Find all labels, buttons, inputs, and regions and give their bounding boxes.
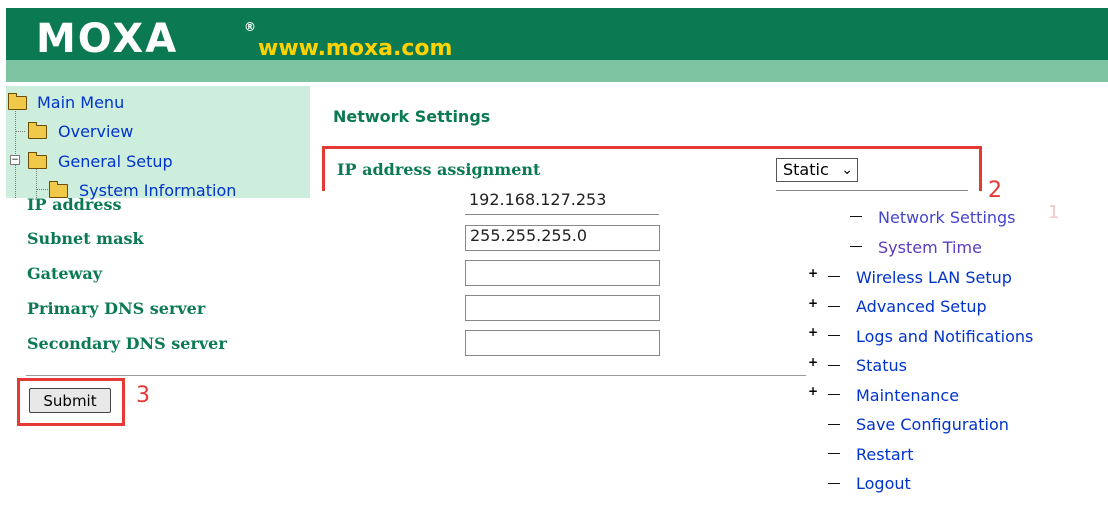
field-edge-fragment: [465, 214, 659, 215]
folder-icon: [28, 122, 47, 139]
subnet-mask-label: Subnet mask: [27, 229, 144, 248]
expand-icon[interactable]: +: [808, 355, 818, 369]
document-icon: [850, 214, 862, 217]
menu-item-wireless-lan-setup[interactable]: Wireless LAN Setup: [856, 268, 1012, 287]
document-icon: [828, 481, 840, 484]
expand-icon[interactable]: +: [808, 325, 818, 339]
tree-connector: [15, 131, 25, 132]
secondary-dns-field[interactable]: [465, 330, 660, 356]
document-icon: [828, 422, 840, 425]
gateway-label: Gateway: [27, 264, 103, 283]
expand-icon[interactable]: +: [808, 384, 818, 398]
tree-connector: [36, 168, 37, 198]
menu-item-advanced-setup[interactable]: Advanced Setup: [856, 297, 987, 316]
primary-dns-label: Primary DNS server: [27, 299, 206, 318]
annotation-number-1: 1: [1048, 202, 1060, 223]
open-folder-icon: [28, 152, 47, 169]
menu-item-restart[interactable]: Restart: [856, 445, 914, 464]
page-title: Network Settings: [333, 107, 491, 126]
annotation-number-3: 3: [136, 383, 150, 408]
menu-item-logs-and-notifications[interactable]: Logs and Notifications: [856, 327, 1033, 346]
ip-assignment-label: IP address assignment: [337, 160, 541, 179]
document-icon: [828, 451, 840, 454]
menu-item-logout[interactable]: Logout: [856, 474, 911, 493]
document-icon: [828, 304, 840, 307]
menu-item-network-settings[interactable]: Network Settings: [878, 208, 1016, 227]
collapse-icon[interactable]: −: [10, 155, 20, 165]
subnet-mask-field[interactable]: 255.255.255.0: [465, 225, 660, 251]
ip-assignment-value: Static: [783, 160, 829, 179]
document-icon: [850, 244, 862, 247]
tree-connector: [36, 189, 48, 190]
sidebar-item-main-menu[interactable]: Main Menu: [37, 93, 124, 112]
document-icon: [828, 363, 840, 366]
ip-address-field[interactable]: 192.168.127.253: [465, 190, 660, 214]
sidebar-item-general-setup[interactable]: General Setup: [58, 152, 173, 171]
open-folder-icon: [8, 93, 27, 110]
document-icon: [828, 392, 840, 395]
gateway-field[interactable]: [465, 260, 660, 286]
ip-assignment-select[interactable]: Static ⌄: [776, 158, 858, 182]
chevron-down-icon: ⌄: [841, 162, 853, 178]
menu-item-status[interactable]: Status: [856, 356, 907, 375]
annotation-number-2: 2: [988, 178, 1002, 203]
document-icon: [828, 333, 840, 336]
expand-icon[interactable]: +: [808, 296, 818, 310]
primary-dns-field[interactable]: [465, 295, 660, 321]
registered-mark: ®: [244, 20, 256, 34]
menu-item-system-time[interactable]: System Time: [878, 238, 982, 257]
menu-item-maintenance[interactable]: Maintenance: [856, 386, 959, 405]
submit-button[interactable]: Submit: [29, 388, 111, 413]
field-edge-fragment: [776, 190, 968, 191]
document-icon: [828, 274, 840, 277]
tree-connector: [15, 108, 16, 198]
header-strip: [6, 60, 1108, 82]
site-url-link[interactable]: www.moxa.com: [258, 36, 452, 61]
sidebar-item-overview[interactable]: Overview: [58, 122, 133, 141]
ip-address-label: IP address: [27, 195, 122, 214]
form-divider: [26, 375, 806, 376]
expand-icon[interactable]: +: [808, 266, 818, 280]
secondary-dns-label: Secondary DNS server: [27, 334, 227, 353]
moxa-logo: MOXA: [36, 16, 179, 62]
menu-item-save-configuration[interactable]: Save Configuration: [856, 415, 1009, 434]
